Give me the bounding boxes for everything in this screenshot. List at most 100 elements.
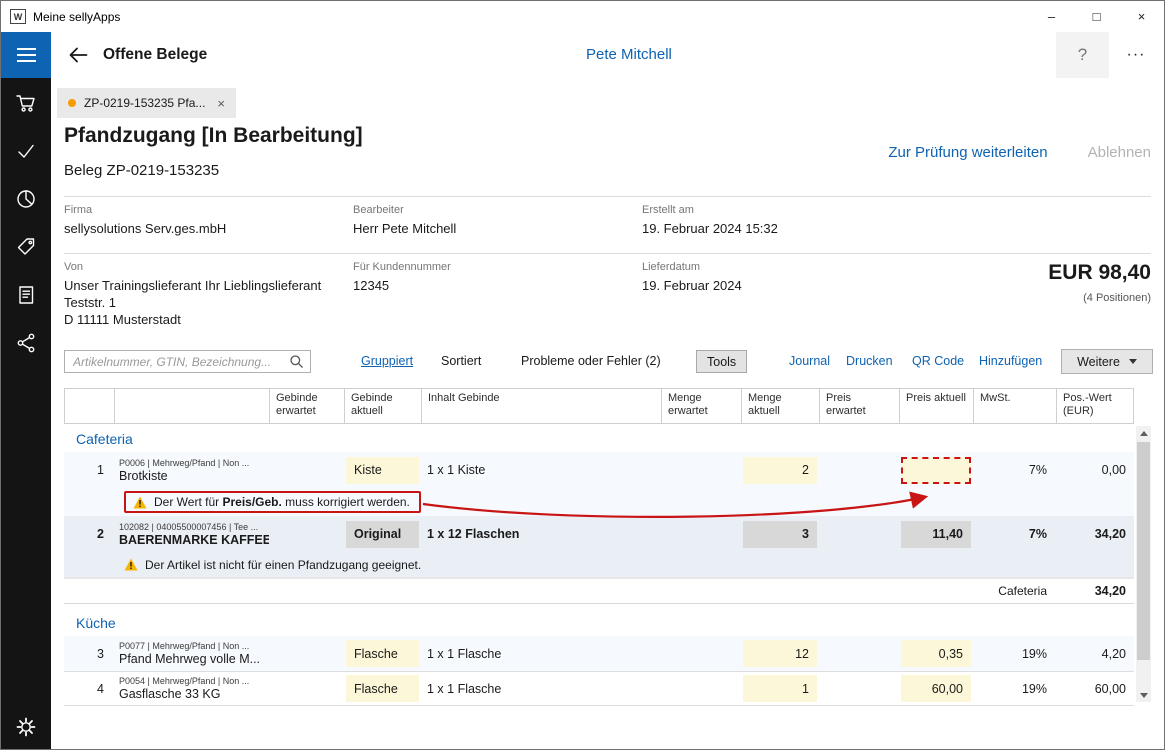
sidebar-item-share[interactable] [15,332,37,354]
gebinde-aktuell-field[interactable]: Flasche [346,640,419,667]
sidebar-item-journal[interactable] [15,284,37,306]
article-code: P0054 | Mehrweg/Pfand | Non ... [119,676,269,686]
article-name: Brotkiste [119,469,269,483]
warning-annotated-box: Der Wert für Preis/Geb. muss korrigiert … [124,491,421,513]
chevron-down-icon [1129,359,1137,364]
search-icon[interactable] [289,354,304,369]
inhalt-gebinde: 1 x 1 Flasche [421,647,661,661]
maximize-button[interactable]: □ [1074,1,1119,32]
menge-aktuell-field[interactable]: 12 [743,640,817,667]
share-network-icon [15,332,37,354]
kundennummer-value: 12345 [353,277,642,294]
forward-for-review-link[interactable]: Zur Prüfung weiterleiten [888,144,1047,161]
document-tab[interactable]: ZP-0219-153235 Pfa... × [57,88,236,118]
erstellt-label: Erstellt am [642,204,1151,216]
col-gebinde-aktuell: Gebinde aktuell [345,389,422,423]
sidebar-item-tasks[interactable] [15,140,37,162]
inhalt-gebinde: 1 x 1 Flasche [421,682,661,696]
sidebar-item-cart[interactable] [15,92,37,114]
journal-link[interactable]: Journal [789,354,830,368]
vertical-scrollbar[interactable] [1136,426,1151,702]
sidebar-item-labels[interactable] [15,236,37,258]
group-subtotal-row: Cafeteria 34,20 [64,578,1134,604]
warning-text: Der Artikel ist nicht für einen Pfandzug… [145,558,421,572]
scrollbar-thumb[interactable] [1137,442,1150,660]
bearbeiter-value: Herr Pete Mitchell [353,220,642,237]
total-amount: EUR 98,40 [1048,261,1151,285]
gruppiert-link[interactable]: Gruppiert [361,354,413,368]
mwst-value: 19% [973,682,1056,696]
document-title: Pfandzugang [In Bearbeitung] [64,124,363,148]
article-cell: P0054 | Mehrweg/Pfand | Non ... Gasflasc… [114,676,269,701]
app-header: Offene Belege Pete Mitchell ? ··· [1,32,1164,78]
table-row[interactable]: 3 P0077 | Mehrweg/Pfand | Non ... Pfand … [64,636,1134,672]
preis-aktuell-field[interactable]: 0,35 [901,640,971,667]
preis-aktuell-field: 11,40 [901,521,971,548]
tab-status-dot-icon [68,99,76,107]
tools-button[interactable]: Tools [696,350,747,373]
subtotal-label: Cafeteria [973,584,1056,598]
window-titlebar: W Meine sellyApps – □ × [1,1,1164,32]
preis-aktuell-field-error[interactable] [901,457,971,484]
drucken-link[interactable]: Drucken [846,354,893,368]
current-user[interactable]: Pete Mitchell [586,46,672,63]
table-row[interactable]: 1 P0006 | Mehrweg/Pfand | Non ... Brotki… [64,452,1134,488]
table-row[interactable]: 2 102082 | 04005500007456 | Tee ... BAER… [64,516,1134,552]
row-number: 2 [64,527,114,541]
document-number: Beleg ZP-0219-153235 [64,162,219,179]
document-total: EUR 98,40 (4 Positionen) [1048,261,1151,304]
hinzufuegen-link[interactable]: Hinzufügen [979,354,1042,368]
settings-button[interactable] [15,716,37,738]
article-search [64,350,311,373]
app-window: W Meine sellyApps – □ × Offene Belege Pe… [0,0,1165,750]
scroll-down-button[interactable] [1136,688,1151,702]
col-pos-wert: Pos.-Wert (EUR) [1057,389,1135,423]
mwst-value: 7% [973,527,1056,541]
kundennummer-label: Für Kundennummer [353,261,642,273]
article-code: P0077 | Mehrweg/Pfand | Non ... [119,641,269,651]
search-input[interactable] [65,353,289,371]
von-value: Unser Trainingslieferant Ihr Lieblingsli… [64,277,353,328]
qr-code-link[interactable]: QR Code [912,354,964,368]
menge-aktuell-field[interactable]: 2 [743,457,817,484]
table-row[interactable]: 4 P0054 | Mehrweg/Pfand | Non ... Gasfla… [64,672,1134,706]
preis-aktuell-field[interactable]: 60,00 [901,675,971,702]
scroll-up-button[interactable] [1136,426,1151,440]
subtotal-value: 34,20 [1056,584,1134,598]
article-name: Pfand Mehrweg volle M... [119,652,269,666]
article-code: 102082 | 04005500007456 | Tee ... [119,522,269,532]
gebinde-aktuell-field[interactable]: Kiste [346,457,419,484]
col-article [115,389,270,423]
sortiert-link[interactable]: Sortiert [441,354,481,368]
hamburger-menu-button[interactable] [1,32,51,78]
triangle-up-icon [1140,431,1148,436]
firma-value: sellysolutions Serv.ges.mbH [64,220,353,237]
article-cell: P0077 | Mehrweg/Pfand | Non ... Pfand Me… [114,641,269,666]
tab-close-icon[interactable]: × [217,96,225,111]
firma-label: Firma [64,204,353,216]
meta-fields-row1: Firma sellysolutions Serv.ges.mbH Bearbe… [64,196,1151,237]
content-area: ZP-0219-153235 Pfa... × Pfandzugang [In … [51,78,1164,749]
triangle-down-icon [1140,693,1148,698]
help-button[interactable]: ? [1056,32,1109,78]
back-button[interactable] [63,40,93,70]
meta-fields-row2: Von Unser Trainingslieferant Ihr Lieblin… [64,253,1151,328]
gear-icon [15,716,37,738]
more-options-button[interactable]: ··· [1112,32,1160,78]
von-label: Von [64,261,353,273]
weitere-dropdown-button[interactable]: Weitere [1061,349,1153,374]
sidebar-item-reports[interactable] [15,188,37,210]
row-number: 4 [64,682,114,696]
minimize-button[interactable]: – [1029,1,1074,32]
menge-aktuell-field[interactable]: 1 [743,675,817,702]
probleme-fehler-link[interactable]: Probleme oder Fehler (2) [521,354,661,368]
gebinde-aktuell-field[interactable]: Flasche [346,675,419,702]
close-button[interactable]: × [1119,1,1164,32]
article-name: BAERENMARKE KAFFEE... [119,533,269,547]
window-title: Meine sellyApps [33,10,120,24]
pos-wert-value: 34,20 [1056,527,1134,541]
reject-link[interactable]: Ablehnen [1088,144,1151,161]
col-preis-erwartet: Preis erwartet [820,389,900,423]
menge-aktuell-field: 3 [743,521,817,548]
hamburger-icon [17,48,36,50]
